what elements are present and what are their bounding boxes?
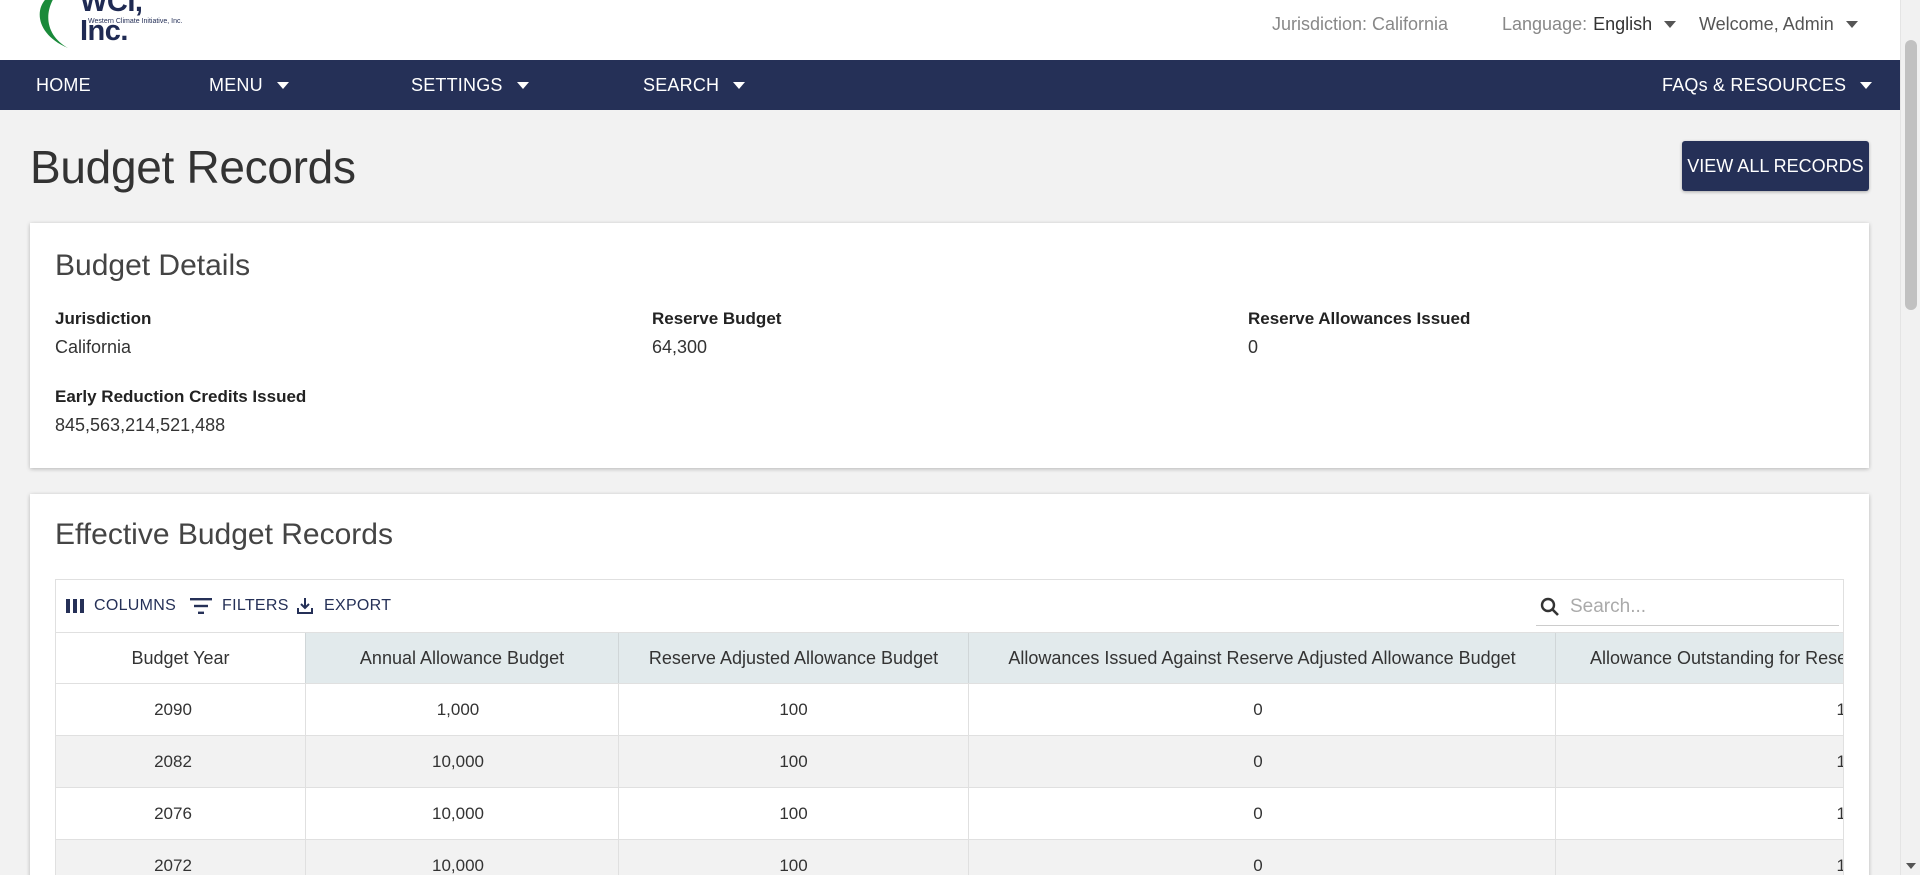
budget-details-title: Budget Details (55, 249, 251, 282)
cell-allowances-issued: 0 (969, 736, 1556, 788)
reserve-issued-label: Reserve Allowances Issued (1248, 309, 1471, 328)
table-row[interactable]: 2072 10,000 100 0 1 (56, 840, 1843, 875)
logo-subtitle: Western Climate Initiative, Inc. (88, 18, 183, 25)
welcome-text: Welcome, Admin (1699, 13, 1834, 34)
nav-faqs-label: FAQs & RESOURCES (1662, 74, 1847, 95)
grid-toolbar: COLUMNS FILTERS EXPORT (56, 580, 1843, 632)
top-header: WCI, Inc. Western Climate Initiative, In… (0, 0, 1900, 60)
export-label: EXPORT (324, 597, 392, 614)
cell-allowances-issued: 0 (969, 788, 1556, 840)
jurisdiction-label: Jurisdiction (55, 309, 152, 328)
cell-reserve-adjusted-budget: 100 (619, 788, 969, 840)
user-menu[interactable]: Welcome, Admin (1699, 0, 1858, 48)
columns-icon (66, 599, 84, 613)
page-title: Budget Records (30, 141, 356, 193)
language-selector[interactable]: Language: English (1502, 0, 1677, 48)
table-header-row: Budget Year Annual Allowance Budget Rese… (56, 632, 1843, 684)
cell-allowance-outstanding: 1 (1556, 684, 1843, 736)
jurisdiction-value: California (55, 337, 132, 357)
chevron-down-icon (1845, 20, 1858, 28)
reserve-budget-value: 64,300 (652, 337, 708, 357)
nav-menu-label: MENU (209, 74, 263, 95)
cell-allowance-outstanding: 1 (1556, 840, 1843, 875)
table-row[interactable]: 2076 10,000 100 0 1 (56, 788, 1843, 840)
column-header-budget-year[interactable]: Budget Year (56, 633, 306, 683)
cell-allowance-outstanding: 1 (1556, 736, 1843, 788)
cell-allowances-issued: 0 (969, 840, 1556, 875)
effective-records-title: Effective Budget Records (55, 518, 393, 551)
jurisdiction-indicator: Jurisdiction: California (1272, 0, 1448, 48)
cell-budget-year: 2090 (56, 684, 306, 736)
grid-search[interactable] (1536, 588, 1839, 626)
search-icon (1540, 597, 1559, 616)
export-button[interactable]: EXPORT (296, 580, 391, 632)
search-input[interactable] (1570, 595, 1820, 618)
chevron-down-icon (1664, 20, 1677, 28)
chevron-down-icon (276, 81, 289, 89)
download-icon (297, 598, 313, 614)
filters-button[interactable]: FILTERS (190, 580, 289, 632)
columns-button[interactable]: COLUMNS (66, 580, 176, 632)
reserve-issued-value: 0 (1248, 337, 1259, 357)
table-row[interactable]: 2090 1,000 100 0 1 (56, 684, 1843, 736)
nav-settings-label: SETTINGS (411, 74, 503, 95)
nav-home-label: HOME (36, 74, 91, 95)
language-value: English (1593, 13, 1653, 34)
cell-reserve-adjusted-budget: 100 (619, 736, 969, 788)
budget-records-grid: COLUMNS FILTERS EXPORT Search... Budget … (55, 579, 1844, 875)
chevron-down-icon (516, 81, 529, 89)
nav-settings[interactable]: SETTINGS (411, 60, 529, 110)
cell-budget-year: 2072 (56, 840, 306, 875)
filters-label: FILTERS (222, 597, 289, 614)
cell-annual-allowance-budget: 10,000 (306, 736, 619, 788)
main-nav: HOME MENU SETTINGS SEARCH FAQs & RESOURC… (0, 60, 1900, 110)
cell-budget-year: 2082 (56, 736, 306, 788)
language-label: Language: (1502, 13, 1588, 34)
jurisdiction-text: Jurisdiction: California (1272, 13, 1449, 34)
effective-budget-records-card: Effective Budget Records COLUMNS FILTERS (30, 494, 1869, 875)
early-credits-label: Early Reduction Credits Issued (55, 387, 307, 406)
wci-logo[interactable]: WCI, Inc. Western Climate Initiative, In… (28, 0, 188, 50)
scrollbar-thumb[interactable] (1905, 40, 1917, 310)
logo-swoosh-icon (39, 0, 68, 48)
nav-home[interactable]: HOME (36, 60, 91, 110)
column-header-allowance-outstanding[interactable]: Allowance Outstanding for Reserve Adjust… (1556, 633, 1843, 683)
column-header-allowances-issued[interactable]: Allowances Issued Against Reserve Adjust… (969, 633, 1556, 683)
reserve-budget-label: Reserve Budget (652, 309, 782, 328)
column-header-annual-allowance-budget[interactable]: Annual Allowance Budget (306, 633, 619, 683)
page-scrollbar[interactable] (1900, 0, 1920, 875)
cell-annual-allowance-budget: 10,000 (306, 788, 619, 840)
column-header-reserve-adjusted-allowance-budget[interactable]: Reserve Adjusted Allowance Budget (619, 633, 969, 683)
nav-search-label: SEARCH (643, 74, 720, 95)
cell-reserve-adjusted-budget: 100 (619, 840, 969, 875)
cell-annual-allowance-budget: 10,000 (306, 840, 619, 875)
table-row[interactable]: 2082 10,000 100 0 1 (56, 736, 1843, 788)
early-credits-value: 845,563,214,521,488 (55, 415, 226, 435)
chevron-down-icon (733, 81, 746, 89)
cell-allowance-outstanding: 1 (1556, 788, 1843, 840)
cell-annual-allowance-budget: 1,000 (306, 684, 619, 736)
budget-details-card: Budget Details Jurisdiction California R… (30, 223, 1869, 468)
nav-search[interactable]: SEARCH (643, 60, 746, 110)
view-all-records-button[interactable]: VIEW ALL RECORDS (1682, 141, 1869, 191)
cell-budget-year: 2076 (56, 788, 306, 840)
nav-menu[interactable]: MENU (209, 60, 289, 110)
nav-faqs-resources[interactable]: FAQs & RESOURCES (1662, 60, 1873, 110)
scroll-down-arrow-icon[interactable] (1906, 863, 1916, 869)
filter-icon (190, 598, 212, 614)
chevron-down-icon (1860, 81, 1873, 89)
columns-label: COLUMNS (94, 597, 177, 614)
cell-reserve-adjusted-budget: 100 (619, 684, 969, 736)
cell-allowances-issued: 0 (969, 684, 1556, 736)
